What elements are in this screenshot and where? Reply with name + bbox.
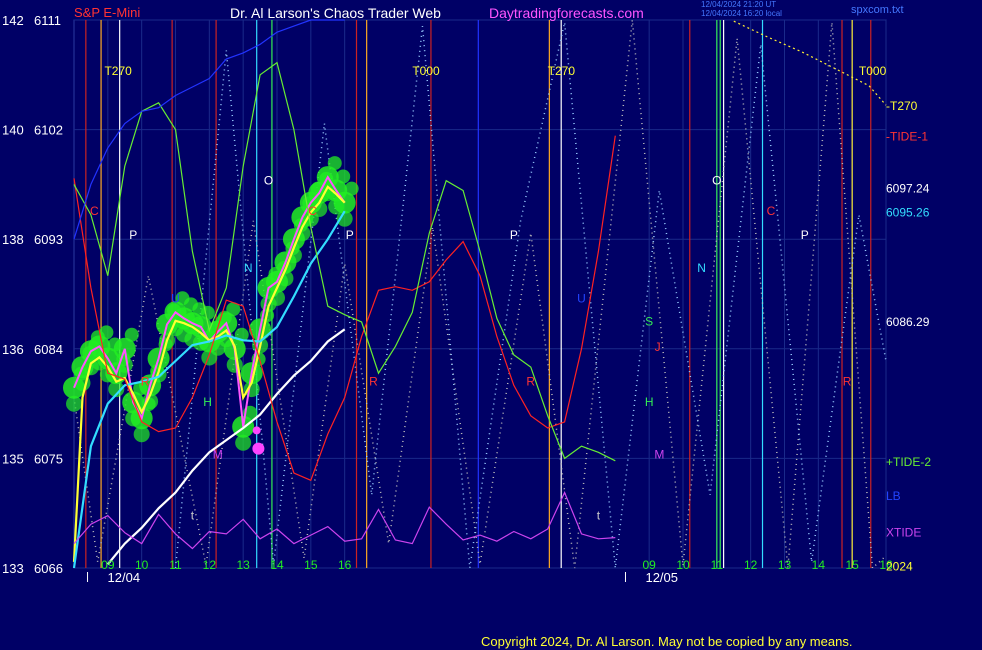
cycle-top-label: T270 xyxy=(104,64,132,78)
right-axis-label: +TIDE-2 xyxy=(886,455,931,469)
letter-marker: P xyxy=(346,228,354,242)
dotted-zigzag xyxy=(73,19,887,570)
y-tick-label-inner: 140 xyxy=(2,123,24,138)
cycle-top-label: T000 xyxy=(412,64,440,78)
filename: spxcom.txt xyxy=(851,4,904,16)
letter-marker: P xyxy=(510,228,518,242)
highlight-blob xyxy=(336,169,351,184)
x-tick-label: 12 xyxy=(203,558,217,572)
x-tick-label: 16 xyxy=(338,558,352,572)
x-tick-label: 14 xyxy=(812,558,826,572)
y-tick-label-inner: 142 xyxy=(2,13,24,28)
letter-marker: C xyxy=(90,204,99,218)
highlight-blob xyxy=(99,325,114,340)
highlight-blob xyxy=(226,356,243,373)
y-tick-label-inner: 138 xyxy=(2,232,24,247)
letter-marker: U xyxy=(577,292,586,306)
y-tick-label-inner: 133 xyxy=(2,561,24,576)
letter-marker: R xyxy=(526,374,535,388)
letter-marker: R xyxy=(141,374,150,388)
letter-marker: P xyxy=(801,228,809,242)
right-axis-label: -T270 xyxy=(886,99,918,113)
letter-marker: J xyxy=(655,340,661,354)
letter-marker: C xyxy=(767,204,776,218)
letter-marker: C xyxy=(308,204,317,218)
highlight-blob xyxy=(327,156,342,171)
date-label: 12/05 xyxy=(645,570,678,585)
letter-marker: R xyxy=(369,374,378,388)
y-tick-label-price: 6066 xyxy=(34,561,63,576)
letter-marker: U xyxy=(171,292,180,306)
right-axis-label: 2024 xyxy=(886,560,913,574)
chart-window: C P R Ut H M N O C P R P R Ut SJ H M N O C P R 133 6066 135 6075… xyxy=(0,0,982,650)
slow_ma-line xyxy=(106,328,346,565)
cycle-top-label: T270 xyxy=(548,64,576,78)
timestamp-local: 12/04/2024 16:20 local xyxy=(701,9,782,18)
letter-marker: N xyxy=(244,261,253,275)
right-axis-label: -TIDE-1 xyxy=(886,130,928,144)
y-tick-label-price: 6093 xyxy=(34,232,63,247)
x-tick-label: 11 xyxy=(169,558,182,572)
letter-marker: H xyxy=(203,395,212,409)
letter-marker: O xyxy=(264,173,273,187)
date-label: 12/04 xyxy=(108,570,141,585)
right-axis-label: 6095.26 xyxy=(886,206,930,220)
dotted-zigzags xyxy=(73,19,887,570)
letter-marker: N xyxy=(697,261,706,275)
x-tick-label: 11 xyxy=(711,558,724,572)
price-dot-marker xyxy=(252,426,261,435)
y-tick-label-price: 6084 xyxy=(34,342,63,357)
y-tick-label-price: 6075 xyxy=(34,451,63,466)
series-lines xyxy=(72,19,887,569)
letter-marker: M xyxy=(654,447,664,461)
chart-title: Dr. Al Larson's Chaos Trader Web xyxy=(230,5,441,21)
letter-marker: P xyxy=(129,228,137,242)
right-axis-label: LB xyxy=(886,489,901,503)
timestamp-ut: 12/04/2024 21:20 UT xyxy=(701,0,777,9)
x-tick-label: 13 xyxy=(236,558,250,572)
x-tick-label: 15 xyxy=(304,558,318,572)
highlight-blob xyxy=(344,181,359,196)
right-axis-label: 6097.24 xyxy=(886,182,930,196)
x-tick-label: 15 xyxy=(845,558,859,572)
price-dot-marker xyxy=(252,442,265,455)
letter-marker: O xyxy=(712,173,721,187)
letter-marker: H xyxy=(645,395,654,409)
right-axis-label: XTIDE xyxy=(886,525,921,539)
highlight-blob xyxy=(200,305,215,320)
x-tick-label: 10 xyxy=(676,558,690,572)
x-tick-label: 14 xyxy=(270,558,284,572)
y-tick-label-inner: 136 xyxy=(2,342,24,357)
letter-marker: t xyxy=(597,508,601,522)
vertical-cycle-lines xyxy=(85,20,872,568)
highlight-blob xyxy=(133,426,150,443)
highlight-blob xyxy=(235,434,252,451)
plot-frame xyxy=(73,19,887,569)
y-tick-label-inner: 135 xyxy=(2,451,24,466)
letter-marker: S xyxy=(645,315,653,329)
x-tick-label: 13 xyxy=(778,558,792,572)
site-link[interactable]: Daytradingforecasts.com xyxy=(489,5,644,21)
letter-marker: t xyxy=(191,508,195,522)
copyright: Copyright 2024, Dr. Al Larson. May not b… xyxy=(481,634,853,649)
right-axis-label: 6086.29 xyxy=(886,315,930,329)
x-tick-label: 12 xyxy=(744,558,758,572)
highlight-blob xyxy=(66,395,82,412)
grid xyxy=(73,19,887,569)
y-tick-label-price: 6111 xyxy=(34,13,61,28)
symbol-label: S&P E-Mini xyxy=(74,5,141,20)
point-markers xyxy=(252,426,265,455)
chart-svg: C P R Ut H M N O C P R P R Ut SJ H M N O C P R 133 6066 135 6075… xyxy=(2,13,931,585)
letter-marker: R xyxy=(843,374,852,388)
y-tick-label-price: 6102 xyxy=(34,123,63,138)
cycle-top-label: T000 xyxy=(859,64,887,78)
letter-marker: M xyxy=(213,447,223,461)
highlight-blob xyxy=(124,327,139,342)
